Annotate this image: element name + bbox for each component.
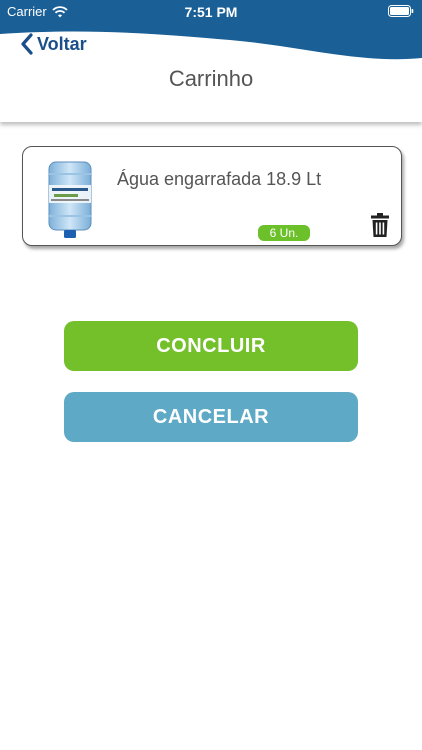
back-label: Voltar bbox=[37, 33, 87, 54]
back-button[interactable]: Voltar bbox=[20, 31, 87, 57]
header: Carrier 7:51 PM Voltar Carrinho bbox=[0, 0, 422, 122]
product-name: Água engarrafada 18.9 Lt bbox=[117, 169, 322, 189]
battery-icon bbox=[388, 5, 414, 17]
status-bar: Carrier 7:51 PM bbox=[0, 0, 422, 22]
quantity-badge: 6 Un. bbox=[258, 225, 310, 241]
clock: 7:51 PM bbox=[184, 4, 238, 20]
cancel-button[interactable]: CANCELAR bbox=[64, 392, 358, 442]
cart-screen: Carrier 7:51 PM Voltar Carrinho Água eng… bbox=[0, 0, 422, 750]
chevron-left-icon bbox=[21, 33, 33, 55]
page-title: Carrinho bbox=[168, 66, 254, 91]
confirm-button[interactable]: CONCLUIR bbox=[64, 321, 358, 371]
trash-icon[interactable] bbox=[371, 213, 389, 237]
cart-item-card[interactable]: Água engarrafada 18.9 Lt 6 Un. bbox=[22, 146, 402, 246]
water-bottle-image bbox=[48, 161, 92, 238]
